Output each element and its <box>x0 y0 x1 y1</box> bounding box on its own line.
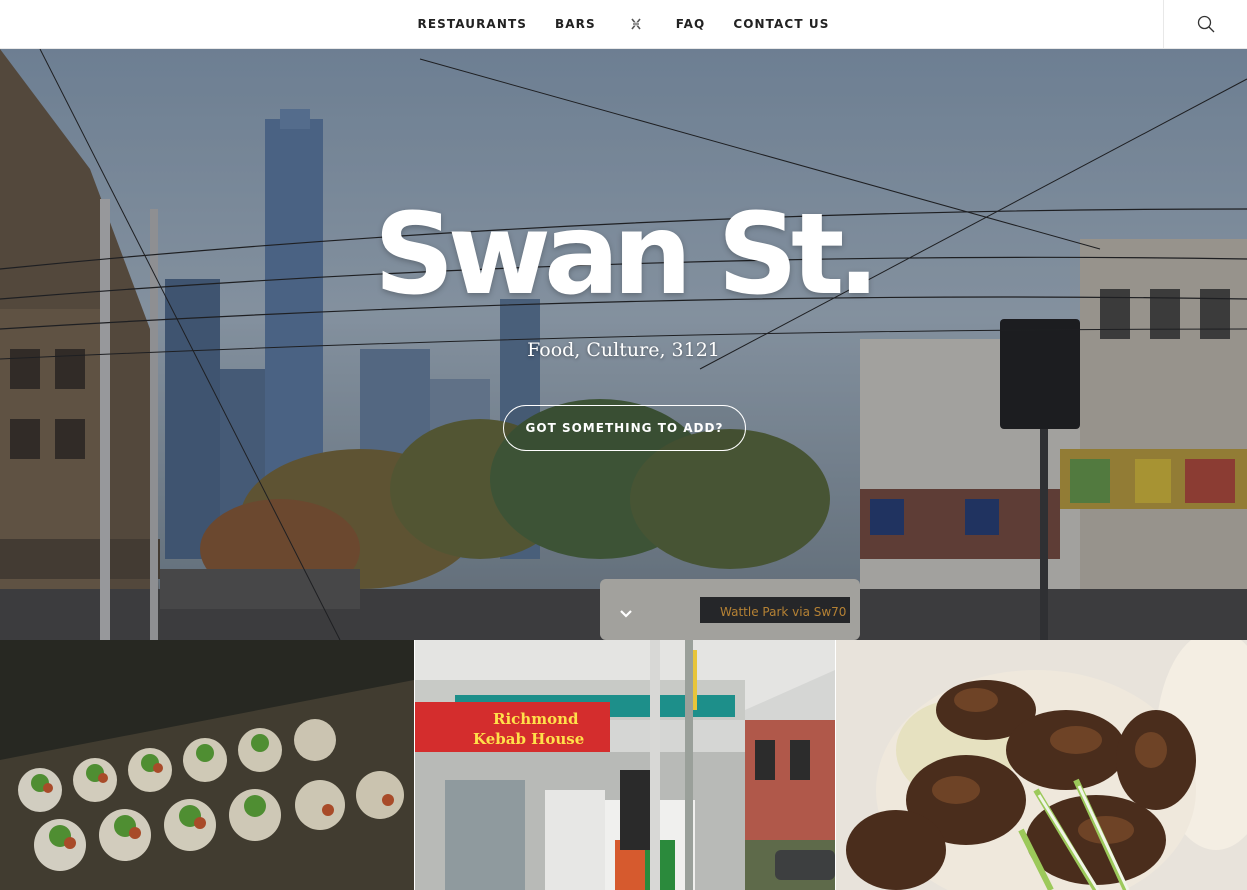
got-something-to-add-button[interactable]: GOT SOMETHING TO ADD? <box>503 405 746 451</box>
search-button[interactable] <box>1163 0 1247 48</box>
nav-link-bars[interactable]: BARS <box>541 0 610 48</box>
hero-subtitle: Food, Culture, 3121 <box>527 339 720 361</box>
kebab-house-photo: Richmond Kebab House <box>415 640 835 890</box>
chevron-down-icon <box>620 610 632 618</box>
nav-link-contact-us[interactable]: CONTACT US <box>719 0 843 48</box>
nav-link-faq[interactable]: FAQ <box>662 0 720 48</box>
kebab-sign-line1: Richmond <box>493 710 579 728</box>
nav-menu: RESTAURANTS BARS FAQ CONTACT US <box>0 0 1247 48</box>
hero-banner: Wattle Park via Sw70 Swan St. Food, Cult… <box>0 49 1247 640</box>
hero-title: Swan St. <box>373 190 880 320</box>
search-icon <box>1197 15 1214 33</box>
swan-logo-icon[interactable] <box>610 0 662 48</box>
tile-sushi[interactable] <box>0 640 414 890</box>
nav-link-restaurants[interactable]: RESTAURANTS <box>404 0 542 48</box>
scroll-down-button[interactable] <box>614 604 638 624</box>
kebab-sign-line2: Kebab House <box>473 730 584 748</box>
featured-tiles: Richmond Kebab House <box>0 640 1247 890</box>
top-navbar: RESTAURANTS BARS FAQ CONTACT US <box>0 0 1247 49</box>
grilled-chicken-photo <box>836 640 1247 890</box>
tile-kebab-house[interactable]: Richmond Kebab House <box>415 640 835 890</box>
tile-grilled-chicken[interactable] <box>836 640 1247 890</box>
sushi-photo <box>0 640 414 890</box>
